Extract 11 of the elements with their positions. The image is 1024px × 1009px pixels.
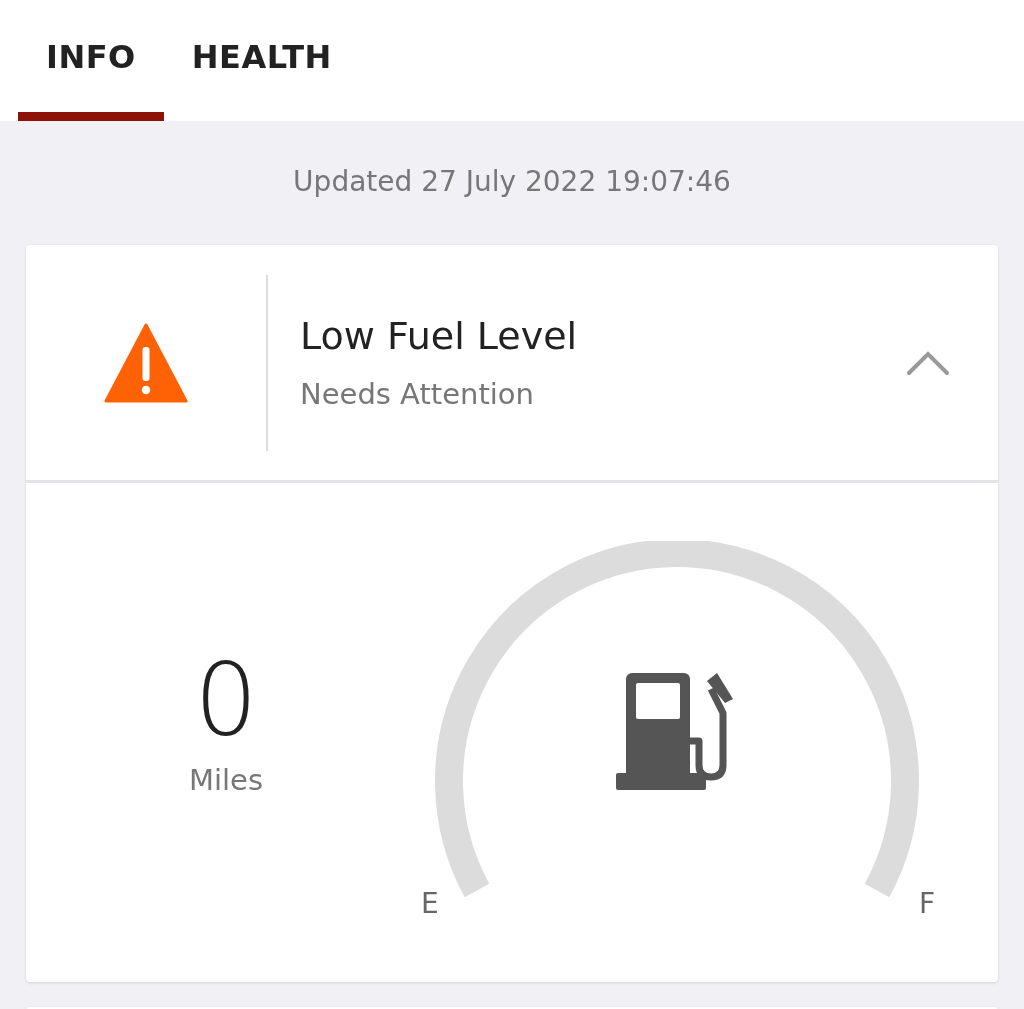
full-label: F (919, 887, 936, 920)
alert-title: Low Fuel Level (300, 313, 579, 361)
tab[interactable]: INFO (18, 0, 164, 121)
empty-label: E (421, 887, 439, 920)
fuel-pump-icon (616, 673, 733, 790)
tab[interactable]: HEALTH (163, 0, 360, 121)
alert-status: Needs Attention (300, 376, 535, 414)
collapse-toggle[interactable] (906, 349, 950, 376)
range-value: 0 (194, 651, 258, 751)
updated-timestamp: Updated 27 July 2022 19:07:46 (292, 164, 732, 200)
range-unit: Miles (188, 762, 264, 799)
